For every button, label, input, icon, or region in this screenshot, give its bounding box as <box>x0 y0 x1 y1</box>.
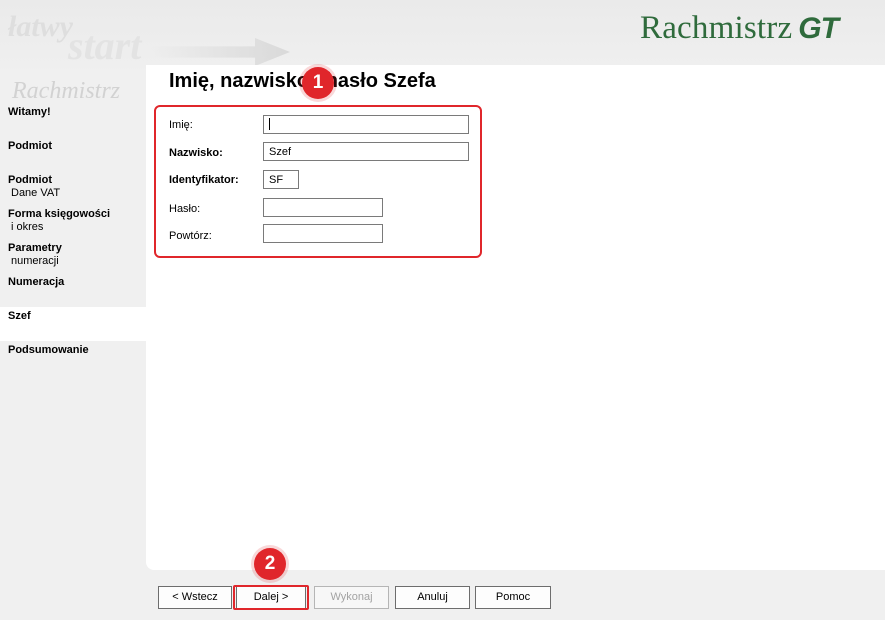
logo-text: Rachmistrz <box>640 10 793 46</box>
nav-item-sublabel: numeracji <box>11 255 59 267</box>
haslo-label: Hasło: <box>169 203 201 215</box>
text-caret <box>269 118 270 130</box>
nav-item-forma-ksiegowosci[interactable]: Forma księgowości i okres <box>0 205 146 239</box>
nav-item-witamy[interactable]: Witamy! <box>0 103 146 137</box>
nav-item-sublabel: i okres <box>11 221 44 233</box>
nav-item-label: Podmiot <box>8 174 52 186</box>
nav-item-label: Szef <box>8 310 31 322</box>
nav-item-numeracja[interactable]: Numeracja <box>0 273 146 307</box>
help-button[interactable]: Pomoc <box>475 586 551 609</box>
watermark-brand-text: Rachmistrz <box>12 78 120 104</box>
watermark-top-text: łatwy <box>8 10 73 43</box>
next-button-highlight <box>233 585 309 610</box>
nav-item-label: Numeracja <box>8 276 65 288</box>
nav-item-podmiot-dane-vat[interactable]: Podmiot Dane VAT <box>0 171 146 205</box>
powtorz-label: Powtórz: <box>169 230 212 242</box>
nazwisko-label: Nazwisko: <box>169 147 223 159</box>
nav-item-label: Parametry <box>8 242 62 254</box>
haslo-input[interactable] <box>263 198 383 217</box>
cancel-button[interactable]: Anuluj <box>395 586 470 609</box>
nav-item-sublabel: Dane VAT <box>11 187 61 199</box>
nav-item-label: Podsumowanie <box>8 344 89 356</box>
nazwisko-input[interactable] <box>263 142 469 161</box>
nav-item-podsumowanie[interactable]: Podsumowanie <box>0 341 146 375</box>
nav-item-label: Forma księgowości <box>8 208 111 220</box>
logo-gt: GT <box>798 12 839 45</box>
identyfikator-label: Identyfikator: <box>169 174 239 186</box>
nav-item-label: Podmiot <box>8 140 52 152</box>
identyfikator-input[interactable] <box>263 170 299 189</box>
execute-button[interactable]: Wykonaj <box>314 586 389 609</box>
nav-item-label: Witamy! <box>8 106 51 118</box>
watermark-start-text: start <box>68 23 142 68</box>
powtorz-input[interactable] <box>263 224 383 243</box>
nav-item-podmiot[interactable]: Podmiot <box>0 137 146 171</box>
nav-item-parametry-numeracji[interactable]: Parametry numeracji <box>0 239 146 273</box>
annotation-badge-1: 1 <box>302 67 334 99</box>
back-button[interactable]: < Wstecz <box>158 586 232 609</box>
nav-item-szef[interactable]: Szef <box>0 307 146 341</box>
imie-label: Imię: <box>169 119 193 131</box>
app-logo: Rachmistrz GT <box>640 10 839 50</box>
imie-input[interactable] <box>263 115 469 134</box>
annotation-badge-2: 2 <box>254 548 286 580</box>
